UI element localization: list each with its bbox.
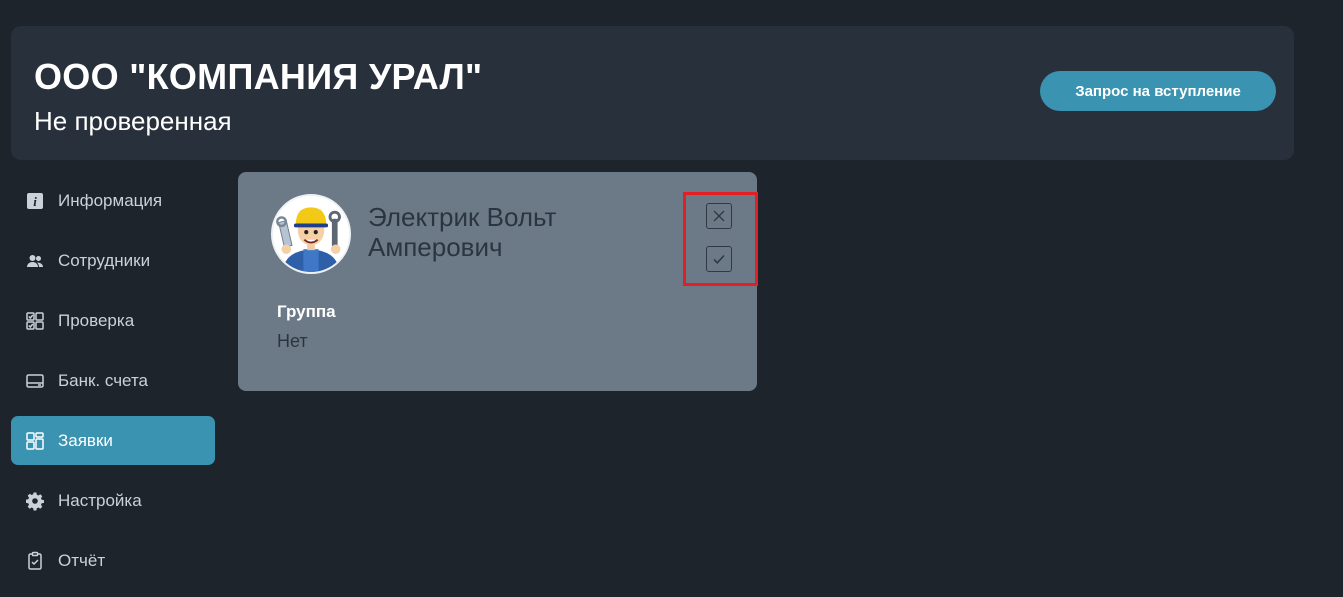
sidebar-item-label: Заявки [58,430,113,450]
member-name: Электрик Вольт Амперович [368,202,557,262]
reject-request-button[interactable] [706,203,732,229]
sidebar-item-requests[interactable]: Заявки [11,416,215,465]
people-icon [25,251,45,271]
checklist-icon [25,311,45,331]
close-icon [711,208,727,224]
info-icon: i [25,191,45,211]
card-icon [25,371,45,391]
group-label: Группа [277,302,336,321]
company-name: ООО "КОМПАНИЯ УРАЛ" [34,56,483,97]
gear-icon [25,491,45,511]
sidebar-item-label: Отчёт [58,550,106,570]
sidebar-item-label: Настройка [58,490,142,510]
grid-icon [25,431,45,451]
sidebar-item-label: Информация [58,190,163,210]
sidebar: i Информация Сотрудники Проверка Банк. с… [11,176,215,596]
approve-request-button[interactable] [706,246,732,272]
sidebar-item-label: Сотрудники [58,250,151,270]
check-icon [711,251,727,267]
sidebar-item-settings[interactable]: Настройка [11,476,215,525]
sidebar-item-bank-accounts[interactable]: Банк. счета [11,356,215,405]
svg-text:i: i [33,194,37,209]
clipboard-check-icon [25,551,45,571]
join-request-card: Электрик Вольт Амперович Группа Нет [238,172,757,391]
sidebar-item-label: Проверка [58,310,135,330]
join-request-button[interactable]: Запрос на вступление [1040,71,1276,111]
sidebar-item-label: Банк. счета [58,370,148,390]
sidebar-item-report[interactable]: Отчёт [11,536,215,585]
sidebar-item-info[interactable]: i Информация [11,176,215,225]
company-status: Не проверенная [34,106,232,136]
company-header: ООО "КОМПАНИЯ УРАЛ" Не проверенная Запро… [11,26,1294,160]
sidebar-item-verification[interactable]: Проверка [11,296,215,345]
group-value: Нет [277,331,308,351]
sidebar-item-employees[interactable]: Сотрудники [11,236,215,285]
electrician-avatar [271,194,351,274]
